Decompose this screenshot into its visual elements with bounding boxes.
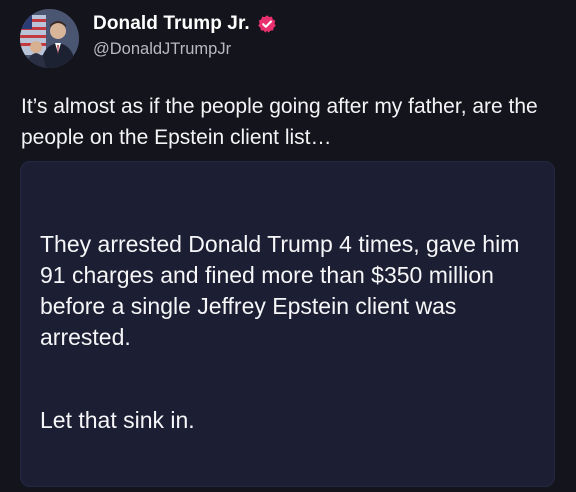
- tweet: Donald Trump Jr. @DonaldJTrumpJr It’s al…: [0, 0, 576, 492]
- avatar[interactable]: [20, 9, 79, 68]
- quote-card[interactable]: They arrested Donald Trump 4 times, gave…: [20, 161, 555, 487]
- verified-badge-icon: [257, 14, 277, 34]
- quote-main-text: They arrested Donald Trump 4 times, gave…: [40, 231, 520, 350]
- display-name[interactable]: Donald Trump Jr.: [93, 13, 250, 35]
- author-name-row[interactable]: Donald Trump Jr.: [93, 12, 277, 36]
- profile-photo-icon: [20, 9, 79, 68]
- tweet-text: It’s almost as if the people going after…: [21, 95, 538, 149]
- author-handle[interactable]: @DonaldJTrumpJr: [93, 40, 231, 59]
- quote-tail-text: Let that sink in.: [40, 407, 195, 433]
